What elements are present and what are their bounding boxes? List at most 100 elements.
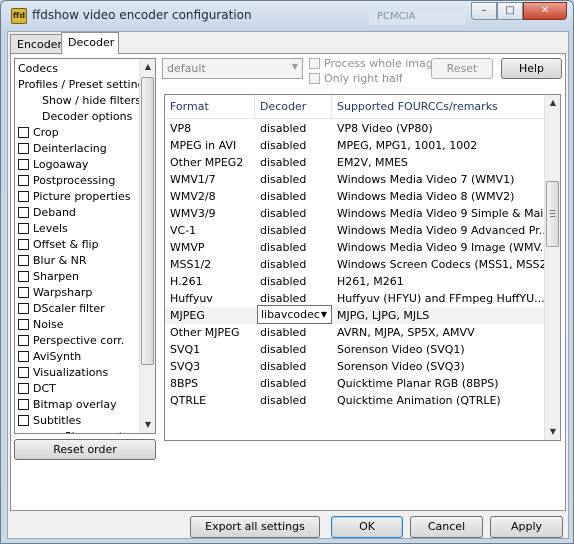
tree-item[interactable]: Profiles / Preset settings bbox=[18, 76, 150, 92]
table-row[interactable]: SVQ3 disabled Sorenson Video (SVQ3) bbox=[165, 358, 545, 375]
tree-scrollbar[interactable]: ▲ ▼ bbox=[139, 59, 155, 433]
filter-checkbox[interactable] bbox=[18, 302, 29, 314]
filter-checkbox[interactable] bbox=[18, 174, 29, 186]
reset-order-button[interactable]: Reset order bbox=[14, 439, 156, 460]
tree-item[interactable]: Levels bbox=[18, 220, 68, 236]
tab-encoder[interactable]: Encoder bbox=[10, 34, 62, 53]
ok-button[interactable]: OK bbox=[331, 516, 403, 538]
tree-item[interactable]: Codecs bbox=[18, 60, 58, 76]
filter-checkbox[interactable] bbox=[18, 142, 29, 154]
tree-item[interactable]: Placement bbox=[65, 428, 123, 434]
tree-item[interactable]: DCT bbox=[18, 380, 56, 396]
decoder-cell[interactable]: disabled bbox=[255, 273, 332, 290]
apply-button[interactable]: Apply bbox=[490, 516, 563, 538]
column-header-remarks[interactable]: Supported FOURCCs/remarks bbox=[332, 95, 545, 119]
table-row[interactable]: WMVP disabled Windows Media Video 9 Image … bbox=[165, 239, 545, 256]
scroll-up-icon[interactable]: ▲ bbox=[140, 59, 155, 75]
tree-item[interactable]: Postprocessing bbox=[18, 172, 115, 188]
table-row[interactable]: SVQ1 disabled Sorenson Video (SVQ1) bbox=[165, 341, 545, 358]
filter-checkbox[interactable] bbox=[18, 334, 29, 346]
filter-checkbox[interactable] bbox=[18, 286, 29, 298]
column-header-decoder[interactable]: Decoder bbox=[255, 95, 332, 119]
scroll-down-icon[interactable]: ▼ bbox=[545, 424, 560, 440]
tab-decoder[interactable]: Decoder bbox=[61, 32, 119, 54]
codec-scroll-thumb[interactable] bbox=[546, 181, 559, 247]
table-row[interactable]: WMV2/8 disabled Windows Media Video 8 (WMV… bbox=[165, 188, 545, 205]
filter-checkbox[interactable] bbox=[18, 190, 29, 202]
table-row[interactable]: QTRLE disabled Quicktime Animation (QTRLE) bbox=[165, 392, 545, 409]
preset-combo[interactable]: default ▼ bbox=[162, 58, 303, 79]
reset-button[interactable]: Reset bbox=[431, 58, 493, 79]
help-button[interactable]: Help bbox=[501, 58, 562, 79]
tree-item[interactable]: Subtitles bbox=[18, 412, 81, 428]
process-whole-image-checkbox[interactable] bbox=[309, 58, 320, 69]
tree-item[interactable]: Deband bbox=[18, 204, 76, 220]
filter-checkbox[interactable] bbox=[18, 398, 29, 410]
decoder-cell[interactable]: disabled bbox=[255, 375, 332, 392]
filter-checkbox[interactable] bbox=[18, 366, 29, 378]
codec-list-scrollbar[interactable]: ▲ ▼ bbox=[544, 95, 560, 440]
table-row[interactable]: VP8 disabled VP8 Video (VP80) bbox=[165, 120, 545, 137]
tree-item[interactable]: Blur & NR bbox=[18, 252, 87, 268]
decoder-cell[interactable]: disabled bbox=[255, 256, 332, 273]
table-row[interactable]: MSS1/2 disabled Windows Screen Codecs (MSS… bbox=[165, 256, 545, 273]
filter-checkbox[interactable] bbox=[18, 382, 29, 394]
filter-checkbox[interactable] bbox=[18, 350, 29, 362]
decoder-cell[interactable]: disabled bbox=[255, 205, 332, 222]
decoder-select[interactable]: libavcodec ▼ bbox=[257, 305, 332, 324]
decoder-cell[interactable]: disabled bbox=[255, 324, 332, 341]
filter-checkbox[interactable] bbox=[18, 222, 29, 234]
tree-item[interactable]: Show / hide filters bbox=[42, 92, 141, 108]
decoder-cell[interactable]: disabled bbox=[255, 358, 332, 375]
decoder-cell[interactable]: disabled bbox=[255, 188, 332, 205]
tree-item[interactable]: DScaler filter bbox=[18, 300, 105, 316]
tree-item[interactable]: Perspective corr. bbox=[18, 332, 124, 348]
maximize-button[interactable]: □ bbox=[497, 2, 523, 20]
scroll-up-icon[interactable]: ▲ bbox=[545, 95, 560, 111]
tree-item[interactable]: Offset & flip bbox=[18, 236, 99, 252]
decoder-cell[interactable]: disabled bbox=[255, 137, 332, 154]
tree-item[interactable]: Noise bbox=[18, 316, 64, 332]
decoder-cell[interactable]: disabled bbox=[255, 120, 332, 137]
only-right-half-option[interactable]: Only right half bbox=[309, 72, 403, 85]
tree-item[interactable]: Deinterlacing bbox=[18, 140, 107, 156]
export-all-settings-button[interactable]: Export all settings bbox=[190, 516, 320, 538]
only-right-half-checkbox[interactable] bbox=[309, 73, 320, 84]
decoder-cell[interactable]: disabled bbox=[255, 392, 332, 409]
filter-checkbox[interactable] bbox=[18, 254, 29, 266]
minimize-button[interactable]: – bbox=[471, 2, 497, 20]
tree-item[interactable]: Picture properties bbox=[18, 188, 130, 204]
process-whole-image-option[interactable]: Process whole image bbox=[309, 57, 440, 70]
filter-checkbox[interactable] bbox=[18, 318, 29, 330]
tree-item[interactable]: AviSynth bbox=[18, 348, 81, 364]
decoder-cell[interactable]: disabled bbox=[255, 154, 332, 171]
decoder-cell[interactable]: disabled bbox=[255, 239, 332, 256]
filter-checkbox[interactable] bbox=[18, 414, 29, 426]
decoder-cell[interactable]: disabled bbox=[255, 222, 332, 239]
tree-item[interactable]: Decoder options bbox=[42, 108, 132, 124]
filter-checkbox[interactable] bbox=[18, 126, 29, 138]
tree-item[interactable]: Visualizations bbox=[18, 364, 108, 380]
scroll-down-icon[interactable]: ▼ bbox=[140, 417, 155, 433]
filter-checkbox[interactable] bbox=[18, 206, 29, 218]
table-row[interactable]: MJPEG libavcodec ▼ MJPG, LJPG, MJLS bbox=[165, 305, 545, 324]
table-row[interactable]: MPEG in AVI disabled MPEG, MPG1, 1001, 100… bbox=[165, 137, 545, 154]
filter-checkbox[interactable] bbox=[18, 158, 29, 170]
decoder-cell[interactable]: disabled bbox=[255, 341, 332, 358]
tree-item[interactable]: Logoaway bbox=[18, 156, 88, 172]
close-button[interactable]: ✕ bbox=[523, 2, 567, 20]
column-header-format[interactable]: Format bbox=[165, 95, 255, 119]
table-row[interactable]: 8BPS disabled Quicktime Planar RGB (8BPS) bbox=[165, 375, 545, 392]
cancel-button[interactable]: Cancel bbox=[410, 516, 483, 538]
filter-checkbox[interactable] bbox=[18, 238, 29, 250]
table-row[interactable]: WMV1/7 disabled Windows Media Video 7 (WMV… bbox=[165, 171, 545, 188]
tree-item[interactable]: Crop bbox=[18, 124, 59, 140]
table-row[interactable]: Huffyuv disabled Huffyuv (HFYU) and FFmpeg… bbox=[165, 290, 545, 307]
table-row[interactable]: WMV3/9 disabled Windows Media Video 9 Simp… bbox=[165, 205, 545, 222]
tree-item[interactable]: Bitmap overlay bbox=[18, 396, 117, 412]
table-row[interactable]: VC-1 disabled Windows Media Video 9 Advanc… bbox=[165, 222, 545, 239]
filter-checkbox[interactable] bbox=[18, 270, 29, 282]
tree-scroll-thumb[interactable] bbox=[141, 77, 154, 365]
table-row[interactable]: Other MPEG2 disabled EM2V, MMES bbox=[165, 154, 545, 171]
tree-item[interactable]: Sharpen bbox=[18, 268, 79, 284]
